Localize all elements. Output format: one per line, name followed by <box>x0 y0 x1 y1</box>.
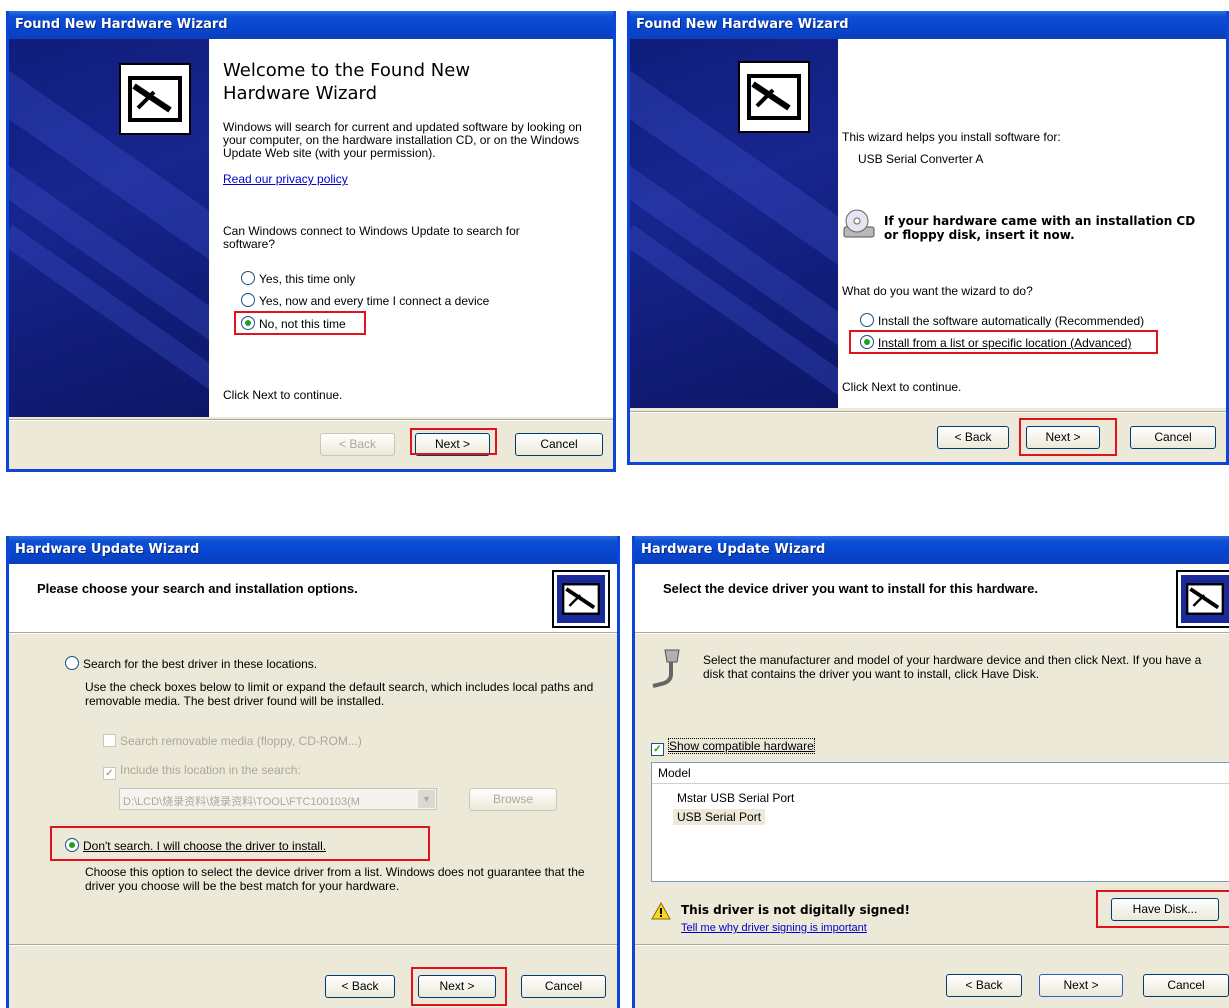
wizard-content: This wizard helps you install software f… <box>838 39 1226 408</box>
device-name: USB Serial Converter A <box>858 152 984 166</box>
highlight-box <box>234 311 366 335</box>
footer-hint: Click Next to continue. <box>842 380 962 394</box>
radio-icon <box>65 656 79 670</box>
divider <box>9 419 613 421</box>
instructions-text: Select the manufacturer and model of you… <box>703 653 1202 681</box>
wizard-side-banner <box>630 39 838 408</box>
chevron-down-icon: ▼ <box>418 790 435 808</box>
back-button[interactable]: < Back <box>325 975 395 998</box>
cd-icon <box>842 207 876 244</box>
window-title: Found New Hardware Wizard <box>630 11 1226 39</box>
wizard-content: Welcome to the Found New Hardware Wizard… <box>209 39 613 417</box>
found-new-hardware-wizard-window-1: Found New Hardware Wizard Welcome to the… <box>6 11 616 472</box>
window-title: Hardware Update Wizard <box>9 536 617 564</box>
wizard-side-banner <box>9 39 209 417</box>
browse-button[interactable]: Browse <box>469 788 557 811</box>
model-list[interactable]: Model Mstar USB Serial Port USB Serial P… <box>651 762 1229 882</box>
back-button[interactable]: < Back <box>946 974 1022 997</box>
radio-install-auto[interactable]: Install the software automatically (Reco… <box>860 313 1144 328</box>
highlight-box <box>1019 418 1117 456</box>
column-header-model[interactable]: Model <box>652 763 1229 784</box>
highlight-box <box>410 428 497 455</box>
checkbox-icon <box>103 734 116 747</box>
cd-notice: If your hardware came with an installati… <box>884 214 1196 242</box>
cancel-button[interactable]: Cancel <box>1143 974 1229 997</box>
header-title: Select the device driver you want to ins… <box>663 581 1038 596</box>
question-text: Can Windows connect to Windows Update to… <box>223 224 520 251</box>
divider <box>9 632 617 634</box>
divider <box>635 944 1229 946</box>
footer-hint: Click Next to continue. <box>223 388 343 402</box>
checkbox-checked-icon: ✓ <box>651 743 664 756</box>
radio-icon <box>241 293 255 307</box>
window-title: Found New Hardware Wizard <box>9 11 613 39</box>
page-title: Welcome to the Found New Hardware Wizard <box>223 60 471 104</box>
checkbox-removable-media[interactable]: Search removable media (floppy, CD-ROM..… <box>103 734 362 748</box>
hardware-box-icon <box>552 570 610 628</box>
list-item-selected[interactable]: USB Serial Port <box>673 809 766 825</box>
radio-search-best[interactable]: Search for the best driver in these loca… <box>65 656 317 671</box>
radio-icon <box>241 271 255 285</box>
back-button[interactable]: < Back <box>937 426 1009 449</box>
divider <box>9 944 617 946</box>
question-text: What do you want the wizard to do? <box>842 284 1033 298</box>
driver-signing-link[interactable]: Tell me why driver signing is important <box>681 922 867 934</box>
search-description: Use the check boxes below to limit or ex… <box>85 680 594 708</box>
radio-yes-always[interactable]: Yes, now and every time I connect a devi… <box>241 293 489 308</box>
highlight-box <box>50 826 430 861</box>
found-new-hardware-wizard-window-2: Found New Hardware Wizard This wizard he… <box>627 11 1229 465</box>
highlight-box <box>1096 890 1229 928</box>
dont-search-description: Choose this option to select the device … <box>85 865 585 893</box>
radio-icon <box>860 313 874 327</box>
wizard-header: Please choose your search and installati… <box>9 564 617 632</box>
location-path-combo[interactable]: D:\LCD\烧录资料\烧录资料\TOOL\FTC100103(M ▼ <box>119 788 437 810</box>
helps-text: This wizard helps you install software f… <box>842 130 1061 144</box>
checkbox-include-location[interactable]: ✓ Include this location in the search: <box>103 763 301 780</box>
list-item[interactable]: Mstar USB Serial Port <box>677 791 794 805</box>
hardware-box-icon <box>1176 570 1229 628</box>
checkbox-checked-icon: ✓ <box>103 767 116 780</box>
wizard-header: Select the device driver you want to ins… <box>635 564 1229 632</box>
highlight-box <box>849 330 1158 354</box>
cancel-button[interactable]: Cancel <box>1130 426 1216 449</box>
privacy-policy-link[interactable]: Read our privacy policy <box>223 172 348 186</box>
header-title: Please choose your search and installati… <box>37 581 358 596</box>
intro-text: Windows will search for current and upda… <box>223 120 582 160</box>
hardware-box-icon <box>738 61 810 133</box>
hardware-update-wizard-window-1: Hardware Update Wizard Please choose you… <box>6 536 620 1008</box>
cancel-button[interactable]: Cancel <box>515 433 603 456</box>
warning-text: This driver is not digitally signed! <box>681 903 911 917</box>
warning-icon <box>651 901 671 923</box>
window-title: Hardware Update Wizard <box>635 536 1229 564</box>
back-button[interactable]: < Back <box>320 433 395 456</box>
radio-yes-once[interactable]: Yes, this time only <box>241 271 355 286</box>
hardware-box-icon <box>119 63 191 135</box>
serial-port-icon <box>651 646 683 693</box>
cancel-button[interactable]: Cancel <box>521 975 606 998</box>
divider <box>635 632 1229 634</box>
highlight-box <box>411 967 507 1006</box>
divider <box>630 411 1226 413</box>
hardware-update-wizard-window-2: Hardware Update Wizard Select the device… <box>632 536 1229 1008</box>
next-button[interactable]: Next > <box>1039 974 1123 997</box>
show-compatible-checkbox[interactable]: ✓ Show compatible hardware <box>651 738 815 756</box>
